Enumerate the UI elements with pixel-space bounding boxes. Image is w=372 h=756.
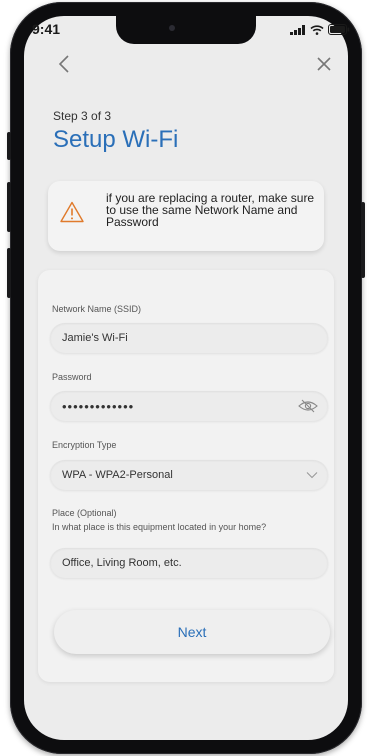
place-label: Place (Optional) bbox=[52, 508, 117, 518]
warning-triangle-icon bbox=[60, 201, 84, 223]
place-input[interactable]: Office, Living Room, etc. bbox=[50, 548, 328, 578]
volume-up-button bbox=[7, 182, 11, 232]
eye-slash-icon bbox=[298, 399, 318, 413]
password-visibility-toggle[interactable] bbox=[298, 399, 318, 413]
chevron-down-icon bbox=[306, 472, 318, 479]
password-value: ••••••••••••• bbox=[62, 398, 135, 414]
warning-text: if you are replacing a router, make sure… bbox=[106, 191, 315, 229]
battery-icon bbox=[328, 24, 350, 35]
back-button[interactable] bbox=[52, 52, 76, 76]
page-title: Setup Wi-Fi bbox=[53, 126, 179, 153]
silent-switch bbox=[7, 132, 11, 160]
warning-icon-wrapper bbox=[60, 201, 84, 228]
password-label: Password bbox=[52, 372, 92, 382]
cellular-signal-icon bbox=[290, 24, 305, 35]
volume-down-button bbox=[7, 248, 11, 298]
next-button[interactable]: Next bbox=[54, 610, 330, 654]
encryption-label: Encryption Type bbox=[52, 440, 117, 450]
notch bbox=[116, 16, 256, 44]
wifi-icon bbox=[310, 24, 324, 35]
status-icons bbox=[290, 24, 350, 35]
place-helper-text: In what place is this equipment located … bbox=[52, 522, 267, 532]
network-name-value: Jamie's Wi-Fi bbox=[62, 332, 128, 344]
close-icon bbox=[317, 57, 331, 71]
status-time: 9:41 bbox=[32, 21, 61, 37]
power-button bbox=[361, 202, 365, 278]
chevron-left-icon bbox=[58, 55, 69, 73]
network-name-label: Network Name (SSID) bbox=[52, 304, 142, 314]
encryption-value: WPA - WPA2-Personal bbox=[62, 469, 173, 481]
password-input[interactable]: ••••••••••••• bbox=[50, 391, 328, 421]
encryption-select[interactable]: WPA - WPA2-Personal bbox=[50, 460, 328, 490]
network-name-input[interactable]: Jamie's Wi-Fi bbox=[50, 323, 328, 353]
step-indicator: Step 3 of 3 bbox=[53, 109, 112, 123]
warning-banner: if you are replacing a router, make sure… bbox=[48, 181, 324, 251]
place-placeholder: Office, Living Room, etc. bbox=[62, 557, 182, 569]
close-button[interactable] bbox=[312, 52, 336, 76]
camera-icon bbox=[169, 25, 175, 31]
